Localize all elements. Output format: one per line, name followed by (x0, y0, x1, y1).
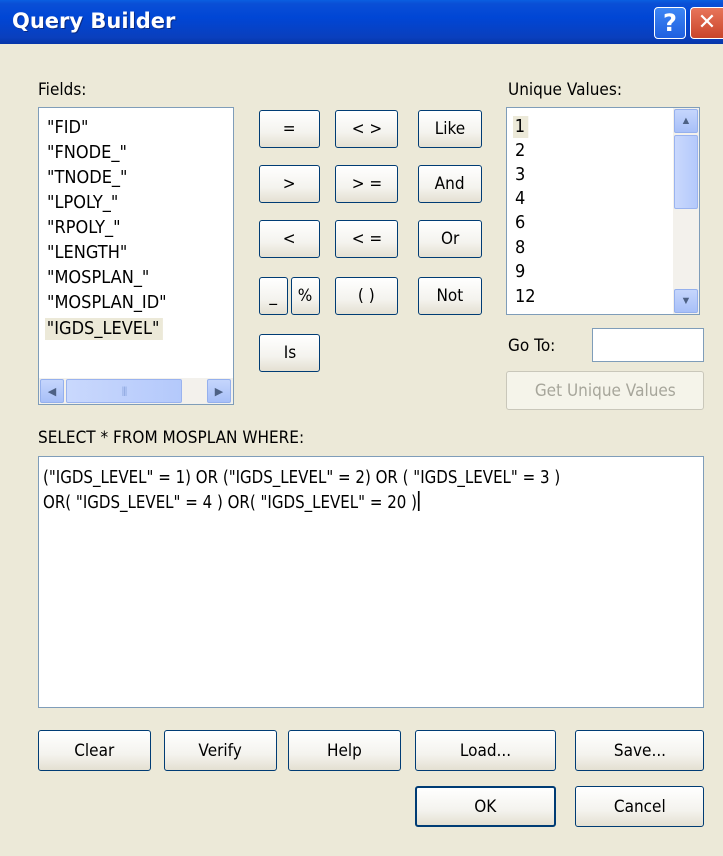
equals-button-label: = (283, 119, 296, 139)
clear-button-label: Clear (74, 740, 115, 761)
clear-button[interactable]: Clear (38, 730, 151, 771)
arrow-down-icon: ▼ (680, 295, 692, 307)
field-item-mosplan[interactable]: "MOSPLAN_" (47, 268, 149, 288)
like-button[interactable]: Like (418, 110, 482, 148)
verify-button[interactable]: Verify (164, 730, 277, 771)
arrow-right-icon: ▶ (214, 385, 224, 398)
underscore-button-label: _ (269, 286, 278, 306)
percent-button-label: % (298, 286, 313, 306)
load-button[interactable]: Load... (415, 730, 556, 771)
query-line: ("IGDS_LEVEL" = 1) OR ("IGDS_LEVEL" = 2)… (43, 467, 561, 488)
less-equal-button-label: < = (351, 229, 382, 249)
save-button-label: Save... (613, 740, 666, 761)
text-caret (417, 491, 420, 511)
ok-button-label: OK (474, 796, 497, 817)
unique-value-item[interactable]: 6 (515, 213, 525, 233)
greater-equal-button[interactable]: > = (335, 165, 398, 203)
greater-than-button[interactable]: > (259, 165, 320, 203)
unique-values-vertical-scrollbar[interactable]: ▲ ▼ (673, 108, 699, 314)
verify-button-label: Verify (198, 740, 243, 761)
field-item-length[interactable]: "LENGTH" (47, 243, 127, 263)
underscore-button[interactable]: _ (259, 277, 288, 315)
save-button[interactable]: Save... (575, 730, 704, 771)
cancel-button[interactable]: Cancel (575, 786, 704, 827)
less-than-button-label: < (283, 229, 296, 249)
help-button[interactable]: Help (288, 730, 401, 771)
percent-button[interactable]: % (291, 277, 320, 315)
grip-icon: ||| (121, 385, 128, 397)
query-line-text: OR( "IGDS_LEVEL" = 4 ) OR( "IGDS_LEVEL" … (43, 492, 417, 513)
arrow-up-icon: ▲ (680, 115, 692, 127)
question-icon: ? (663, 9, 677, 37)
less-than-button[interactable]: < (259, 220, 320, 258)
close-icon: ✕ (697, 10, 717, 35)
help-title-button[interactable]: ? (654, 7, 686, 39)
title-bar[interactable]: Query Builder ? ✕ (0, 0, 723, 44)
help-button-label: Help (327, 740, 362, 761)
unique-value-item[interactable]: 12 (515, 287, 536, 307)
scroll-right-button[interactable]: ▶ (207, 379, 231, 403)
fields-horizontal-scrollbar[interactable]: ◀ ||| ▶ (39, 378, 233, 404)
scroll-left-button[interactable]: ◀ (40, 379, 64, 403)
parentheses-button-label: ( ) (358, 286, 375, 306)
goto-label: Go To: (508, 336, 556, 356)
not-equal-button[interactable]: < > (335, 110, 398, 148)
fields-label: Fields: (38, 80, 87, 100)
unique-value-item[interactable]: 3 (515, 165, 525, 185)
scroll-thumb[interactable]: ||| (66, 379, 182, 403)
scroll-thumb[interactable] (674, 135, 698, 209)
and-button[interactable]: And (418, 165, 482, 203)
get-unique-values-label: Get Unique Values (534, 380, 676, 401)
query-line-last: OR( "IGDS_LEVEL" = 4 ) OR( "IGDS_LEVEL" … (43, 491, 420, 513)
get-unique-values-button[interactable]: Get Unique Values (506, 371, 704, 410)
like-button-label: Like (434, 119, 466, 139)
unique-value-item[interactable]: 4 (515, 189, 525, 209)
field-item-rpoly[interactable]: "RPOLY_" (47, 218, 121, 238)
unique-value-item[interactable]: 1 (513, 116, 529, 138)
query-builder-dialog: Query Builder ? ✕ Fields: "FID" "FNODE_"… (0, 0, 723, 856)
query-expression-textarea[interactable]: ("IGDS_LEVEL" = 1) OR ("IGDS_LEVEL" = 2)… (38, 456, 704, 708)
field-item-fnode[interactable]: "FNODE_" (47, 143, 127, 163)
not-button-label: Not (436, 286, 464, 306)
or-button[interactable]: Or (418, 220, 482, 258)
unique-values-label: Unique Values: (508, 80, 622, 100)
ok-button[interactable]: OK (415, 786, 556, 827)
parentheses-button[interactable]: ( ) (335, 277, 398, 315)
field-item-tnode[interactable]: "TNODE_" (47, 168, 127, 188)
close-button[interactable]: ✕ (690, 7, 723, 39)
or-button-label: Or (440, 229, 460, 249)
is-button-label: Is (283, 343, 296, 363)
field-item-lpoly[interactable]: "LPOLY_" (47, 193, 118, 213)
cancel-button-label: Cancel (613, 796, 666, 817)
unique-value-item[interactable]: 2 (515, 141, 525, 161)
greater-equal-button-label: > = (351, 174, 382, 194)
not-equal-button-label: < > (351, 119, 382, 139)
scroll-up-button[interactable]: ▲ (674, 109, 698, 133)
window-title: Query Builder (12, 9, 176, 33)
less-equal-button[interactable]: < = (335, 220, 398, 258)
load-button-label: Load... (459, 740, 512, 761)
fields-list[interactable]: "FID" "FNODE_" "TNODE_" "LPOLY_" "RPOLY_… (38, 107, 234, 405)
equals-button[interactable]: = (259, 110, 320, 148)
field-item-igds-level[interactable]: "IGDS_LEVEL" (45, 318, 164, 340)
field-item-fid[interactable]: "FID" (47, 118, 88, 138)
greater-than-button-label: > (283, 174, 296, 194)
field-item-mosplan-id[interactable]: "MOSPLAN_ID" (47, 293, 167, 313)
unique-value-item[interactable]: 9 (515, 262, 525, 282)
arrow-left-icon: ◀ (47, 385, 57, 398)
scroll-down-button[interactable]: ▼ (674, 289, 698, 313)
is-button[interactable]: Is (259, 334, 320, 372)
not-button[interactable]: Not (418, 277, 482, 315)
select-statement-label: SELECT * FROM MOSPLAN WHERE: (38, 428, 305, 448)
goto-input[interactable] (592, 328, 704, 362)
and-button-label: And (435, 174, 465, 194)
unique-value-item[interactable]: 8 (515, 238, 525, 258)
unique-values-list[interactable]: 1 2 3 4 6 8 9 12 ▲ ▼ (506, 107, 700, 315)
